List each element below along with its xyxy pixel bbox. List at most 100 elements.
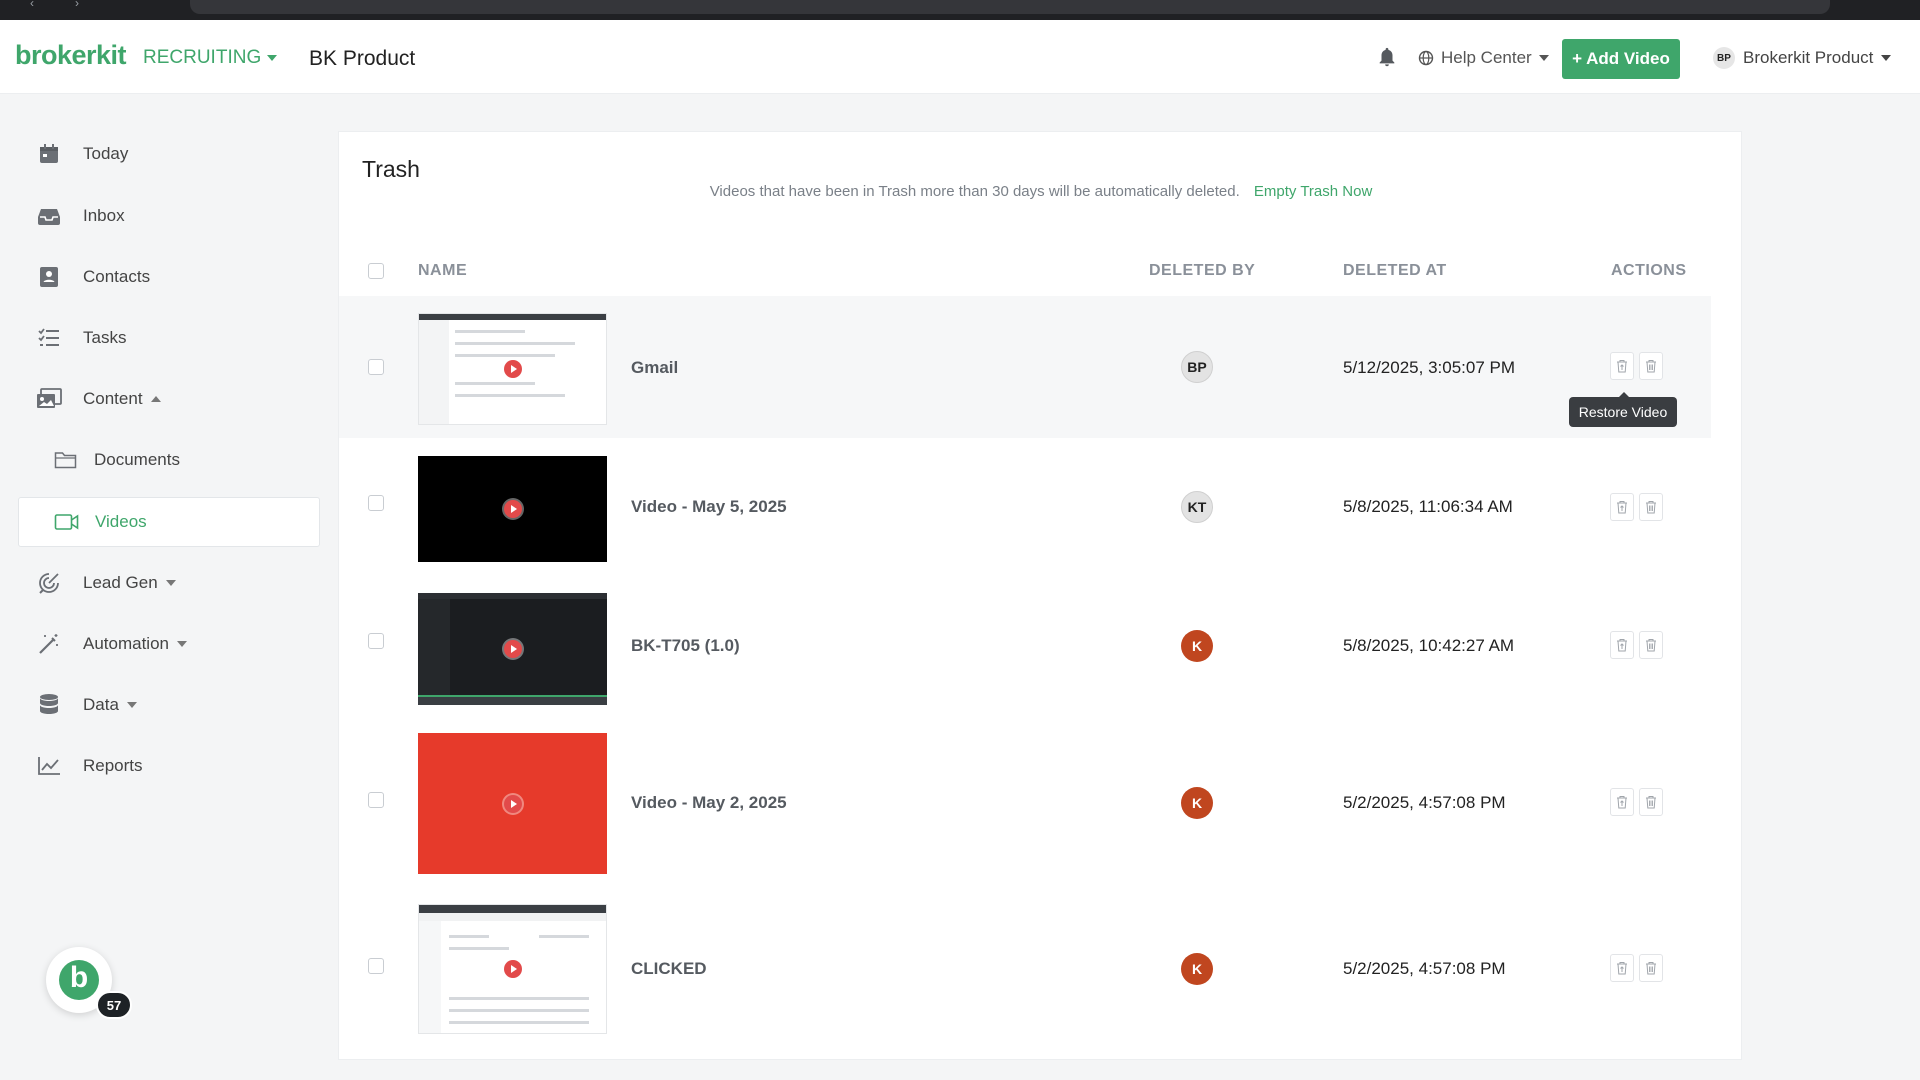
delete-permanently-button[interactable] [1639,352,1663,380]
row-checkbox[interactable] [368,792,384,808]
address-bar[interactable] [190,0,1830,14]
sidebar-item-contacts[interactable]: Contacts [18,252,320,302]
sidebar: Today Inbox Contacts Tasks Content Docum… [0,95,336,1060]
restore-video-button[interactable] [1610,631,1634,659]
add-video-button[interactable]: + Add Video [1562,39,1680,79]
column-header-name[interactable]: NAME [418,262,467,280]
trash-icon [1646,962,1656,975]
restore-video-button[interactable] [1610,352,1634,380]
top-header: brokerkit RECRUITING BK Product Help Cen… [0,20,1920,94]
user-menu[interactable]: BP Brokerkit Product [1713,47,1892,69]
bell-icon[interactable] [1376,45,1398,69]
trash-icon [1646,360,1656,373]
plus-icon: + [1572,49,1583,68]
video-thumbnail[interactable] [418,904,607,1034]
sidebar-item-label: Lead Gen [83,573,158,592]
table-row[interactable]: Video - May 5, 2025 KT 5/8/2025, 11:06:3… [339,438,1711,576]
inbox-icon [35,202,63,230]
back-icon[interactable]: ‹ [30,0,34,9]
deleted-by-avatar: BP [1181,351,1213,383]
restore-video-button[interactable] [1610,493,1634,521]
restore-video-button[interactable] [1610,788,1634,816]
calendar-icon [35,140,63,168]
delete-permanently-button[interactable] [1639,954,1663,982]
deleted-by-avatar: K [1181,953,1213,985]
sidebar-item-lead-gen[interactable]: Lead Gen [18,558,320,608]
delete-permanently-button[interactable] [1639,788,1663,816]
brokerkit-b-icon: b [59,960,99,1000]
table-row[interactable]: Gmail BP 5/12/2025, 3:05:07 PM [339,296,1711,438]
restore-icon [1617,962,1627,975]
help-center-menu[interactable]: Help Center [1418,48,1549,68]
play-icon [503,794,522,813]
tasks-icon [35,324,63,352]
row-checkbox[interactable] [368,495,384,511]
brokerkit-logo[interactable]: brokerkit [15,40,127,71]
trash-panel: Trash Videos that have been in Trash mor… [338,131,1742,1060]
globe-icon [1418,50,1434,66]
sidebar-item-label: Reports [83,756,143,775]
video-name[interactable]: BK-T705 (1.0) [631,636,740,656]
restore-video-tooltip: Restore Video [1569,392,1677,427]
video-name[interactable]: CLICKED [631,959,707,979]
chevron-down-icon [1881,55,1892,61]
video-thumbnail[interactable] [418,456,607,562]
column-header-deleted-at[interactable]: DELETED AT [1343,262,1447,280]
forward-icon[interactable]: › [75,0,79,9]
play-icon [503,500,522,518]
select-all-checkbox[interactable] [368,263,384,279]
deleted-at: 5/12/2025, 3:05:07 PM [1343,358,1516,377]
sidebar-item-content[interactable]: Content [18,374,320,424]
sidebar-item-label: Contacts [83,267,151,286]
delete-permanently-button[interactable] [1639,631,1663,659]
sidebar-item-automation[interactable]: Automation [18,619,320,669]
deleted-at: 5/2/2025, 4:57:08 PM [1343,793,1506,812]
deleted-by-avatar: K [1181,630,1213,662]
module-switcher[interactable]: RECRUITING [143,47,278,69]
restore-video-button[interactable] [1610,954,1634,982]
sidebar-item-label: Tasks [83,328,127,347]
trash-notice: Videos that have been in Trash more than… [339,183,1743,200]
table-row[interactable]: Video - May 2, 2025 K 5/2/2025, 4:57:08 … [339,718,1711,884]
sidebar-item-label: Automation [83,634,169,653]
deleted-at: 5/2/2025, 4:57:08 PM [1343,959,1506,978]
play-icon [503,960,522,978]
sidebar-item-tasks[interactable]: Tasks [18,313,320,363]
empty-trash-link[interactable]: Empty Trash Now [1254,183,1372,200]
table-row[interactable]: BK-T705 (1.0) K 5/8/2025, 10:42:27 AM [339,576,1711,718]
sidebar-item-inbox[interactable]: Inbox [18,191,320,241]
org-name: BK Product [309,47,416,70]
video-name[interactable]: Video - May 5, 2025 [631,497,787,517]
chevron-down-icon [165,580,176,586]
add-video-label: Add Video [1586,49,1670,68]
video-name[interactable]: Gmail [631,358,678,378]
sidebar-item-videos[interactable]: Videos [18,497,320,547]
column-header-deleted-by[interactable]: DELETED BY [1149,262,1255,280]
sidebar-item-label: Today [83,144,129,163]
contacts-icon [35,263,63,291]
deleted-at: 5/8/2025, 10:42:27 AM [1343,636,1515,655]
sidebar-item-today[interactable]: Today [18,129,320,179]
video-name[interactable]: Video - May 2, 2025 [631,793,787,813]
sidebar-item-documents[interactable]: Documents [18,435,320,485]
delete-permanently-button[interactable] [1639,493,1663,521]
restore-icon [1617,639,1627,652]
sidebar-item-data[interactable]: Data [18,680,320,730]
sidebar-item-reports[interactable]: Reports [18,741,320,791]
deleted-by-avatar: K [1181,787,1213,819]
brokerkit-assistant-badge[interactable]: b 57 [46,947,132,1019]
deleted-at: 5/8/2025, 11:06:34 AM [1343,497,1513,516]
row-checkbox[interactable] [368,359,384,375]
table-row[interactable]: CLICKED K 5/2/2025, 4:57:08 PM [339,884,1711,1044]
help-center-label: Help Center [1441,48,1532,67]
row-checkbox[interactable] [368,633,384,649]
sidebar-item-label: Videos [95,512,147,531]
lead-gen-icon [35,569,63,597]
trash-icon [1646,796,1656,809]
sidebar-item-label: Content [83,389,143,408]
deleted-by-avatar: KT [1181,491,1213,523]
video-thumbnail[interactable] [418,733,607,874]
video-thumbnail[interactable] [418,593,607,705]
video-thumbnail[interactable] [418,313,607,425]
row-checkbox[interactable] [368,958,384,974]
